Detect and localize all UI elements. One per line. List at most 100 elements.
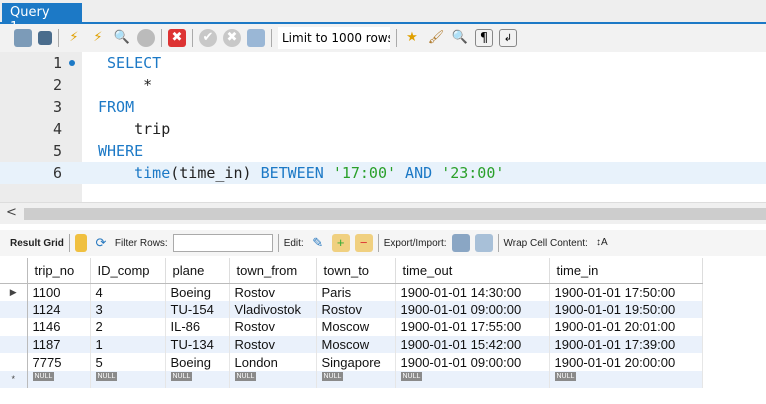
cell-time_in[interactable]: 1900-01-01 17:39:00 <box>549 335 703 354</box>
row-header[interactable] <box>0 335 28 354</box>
cell-id_comp[interactable]: 4 <box>90 283 166 301</box>
code-token: BETWEEN <box>260 164 333 182</box>
cell-plane[interactable]: TU-154 <box>165 300 230 319</box>
limit-rows-select[interactable]: Limit to 1000 rows▾ <box>278 27 390 49</box>
explain-icon[interactable]: 🔍 <box>113 29 131 47</box>
column-header-trip_no[interactable]: trip_no <box>27 258 91 284</box>
cell-town_from[interactable]: Rostov <box>229 318 317 336</box>
cell-trip_no[interactable]: 1100 <box>27 283 91 301</box>
add-row-icon[interactable]: + <box>331 234 350 252</box>
null-cell[interactable]: NULL <box>316 370 396 388</box>
null-cell[interactable]: NULL <box>90 370 166 388</box>
cell-id_comp[interactable]: 3 <box>90 300 166 319</box>
save-icon[interactable] <box>38 31 52 45</box>
cell-trip_no[interactable]: 7775 <box>27 353 91 371</box>
column-header-town_from[interactable]: town_from <box>229 258 317 284</box>
cell-time_in[interactable]: 1900-01-01 20:01:00 <box>549 318 703 336</box>
table-row[interactable]: 1146 2 IL-86 Rostov Moscow 1900-01-01 17:55:0… <box>0 318 703 336</box>
horizontal-scrollbar[interactable]: < <box>0 202 766 224</box>
grid-view-icon[interactable] <box>74 234 87 252</box>
null-cell[interactable]: NULL <box>229 370 317 388</box>
cell-time_out[interactable]: 1900-01-01 09:00:00 <box>395 353 550 371</box>
import-icon[interactable] <box>474 234 493 252</box>
cell-town_from[interactable]: London <box>229 353 317 371</box>
column-header-plane[interactable]: plane <box>165 258 230 284</box>
cell-town_to[interactable]: Paris <box>316 283 396 301</box>
cell-id_comp[interactable]: 1 <box>90 335 166 354</box>
cell-town_from[interactable]: Rostov <box>229 283 317 301</box>
cell-time_out[interactable]: 1900-01-01 17:55:00 <box>395 318 550 336</box>
code-line[interactable]: 4 trip <box>0 118 766 140</box>
edit-row-icon[interactable]: ✎ <box>309 234 327 252</box>
toggle-errors-icon[interactable]: ✖ <box>168 29 186 47</box>
cell-town_from[interactable]: Rostov <box>229 335 317 354</box>
code-line[interactable]: 2 * <box>0 74 766 96</box>
cell-time_in[interactable]: 1900-01-01 17:50:00 <box>549 283 703 301</box>
open-folder-icon[interactable] <box>14 29 32 47</box>
bookmark-star-icon[interactable]: ★ <box>403 29 421 47</box>
code-line[interactable]: 5 WHERE <box>0 140 766 162</box>
autocommit-icon[interactable] <box>247 29 265 47</box>
invisible-chars-icon[interactable]: ¶ <box>475 29 493 47</box>
refresh-icon[interactable]: ⟳ <box>92 234 110 252</box>
cell-time_out[interactable]: 1900-01-01 09:00:00 <box>395 300 550 319</box>
cell-plane[interactable]: TU-134 <box>165 335 230 354</box>
cell-time_in[interactable]: 1900-01-01 19:50:00 <box>549 300 703 319</box>
rollback-icon[interactable]: ✖ <box>223 29 241 47</box>
cell-time_in[interactable]: 1900-01-01 20:00:00 <box>549 353 703 371</box>
result-grid-label[interactable]: Result Grid <box>10 238 64 249</box>
cell-trip_no[interactable]: 1124 <box>27 300 91 319</box>
row-header[interactable] <box>0 318 28 336</box>
cell-plane[interactable]: IL-86 <box>165 318 230 336</box>
cell-town_to[interactable]: Singapore <box>316 353 396 371</box>
row-header[interactable] <box>0 353 28 371</box>
wrap-cell-icon[interactable]: ↕A <box>593 234 611 252</box>
null-cell[interactable]: NULL <box>165 370 230 388</box>
cell-town_to[interactable]: Moscow <box>316 335 396 354</box>
table-row[interactable]: ▶ 1100 4 Boeing Rostov Paris 1900-01-01 14:30:… <box>0 283 703 301</box>
code-line[interactable]: 6 time(time_in) BETWEEN '17:00' AND '23:… <box>0 162 766 184</box>
execute-current-icon[interactable]: ⚡ <box>89 29 107 47</box>
cell-trip_no[interactable]: 1146 <box>27 318 91 336</box>
delete-row-icon[interactable]: − <box>354 234 373 252</box>
beautify-icon[interactable]: 🖌 <box>427 29 445 47</box>
column-header-time_out[interactable]: time_out <box>395 258 550 284</box>
table-row[interactable]: 1124 3 TU-154 Vladivostok Rostov 1900-01-01 0… <box>0 300 703 319</box>
export-icon[interactable] <box>451 234 470 252</box>
cell-time_out[interactable]: 1900-01-01 14:30:00 <box>395 283 550 301</box>
column-header-town_to[interactable]: town_to <box>316 258 396 284</box>
row-header[interactable]: ▶ <box>0 283 28 301</box>
tab-query-1[interactable]: Query 1× <box>2 3 82 35</box>
execute-icon[interactable]: ⚡ <box>65 29 83 47</box>
cell-plane[interactable]: Boeing <box>165 283 230 301</box>
code-line[interactable]: 1 SELECT <box>0 52 766 74</box>
cell-id_comp[interactable]: 5 <box>90 353 166 371</box>
cell-plane[interactable]: Boeing <box>165 353 230 371</box>
column-header-time_in[interactable]: time_in <box>549 258 703 284</box>
filter-rows-input[interactable] <box>172 234 273 252</box>
scrollbar-thumb[interactable] <box>24 208 766 220</box>
separator <box>396 29 397 47</box>
tab-bar: Query 1× <box>0 0 766 35</box>
cell-time_out[interactable]: 1900-01-01 15:42:00 <box>395 335 550 354</box>
wrap-icon[interactable]: ↲ <box>499 29 517 47</box>
cell-town_from[interactable]: Vladivostok <box>229 300 317 319</box>
stop-icon[interactable] <box>137 29 155 47</box>
code-line[interactable]: 3 FROM <box>0 96 766 118</box>
find-icon[interactable]: 🔍 <box>451 29 469 47</box>
null-cell[interactable]: NULL <box>27 370 91 388</box>
new-row[interactable]: * NULL NULL NULL NULL NULL NULL NULL <box>0 370 703 388</box>
table-row[interactable]: 7775 5 Boeing London Singapore 1900-01-01 09:… <box>0 353 703 371</box>
table-row[interactable]: 1187 1 TU-134 Rostov Moscow 1900-01-01 15:42:… <box>0 335 703 354</box>
commit-icon[interactable]: ✔ <box>199 29 217 47</box>
null-cell[interactable]: NULL <box>395 370 550 388</box>
cell-town_to[interactable]: Rostov <box>316 300 396 319</box>
cell-town_to[interactable]: Moscow <box>316 318 396 336</box>
sql-editor[interactable]: 1 SELECT 2 * 3 FROM 4 trip 5 WHERE 6 time(time_… <box>0 52 766 202</box>
column-header-id_comp[interactable]: ID_comp <box>90 258 166 284</box>
cell-trip_no[interactable]: 1187 <box>27 335 91 354</box>
cell-id_comp[interactable]: 2 <box>90 318 166 336</box>
scroll-left-icon[interactable]: < <box>6 205 17 220</box>
row-header[interactable] <box>0 300 28 319</box>
null-cell[interactable]: NULL <box>549 370 703 388</box>
